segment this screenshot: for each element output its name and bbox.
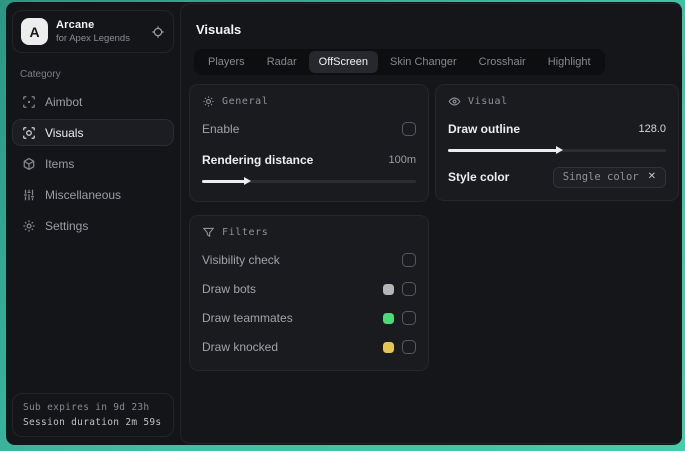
filters-panel: Filters Visibility check Draw bots Draw …	[189, 215, 429, 371]
draw-outline-row: Draw outline 128.0	[448, 118, 666, 140]
main-panel: Visuals Players Radar OffScreen Skin Cha…	[180, 3, 682, 444]
visual-panel-title: Visual	[468, 96, 508, 107]
draw-outline-value: 128.0	[638, 123, 666, 135]
filter-icon	[202, 226, 215, 239]
sidebar-item-label: Miscellaneous	[45, 187, 122, 202]
draw-bots-color-swatch[interactable]	[383, 283, 394, 295]
draw-knocked-color-swatch[interactable]	[383, 341, 394, 353]
subscription-card: Sub expires in 9d 23h Session duration 2…	[12, 393, 174, 437]
draw-bots-row: Draw bots	[202, 278, 416, 300]
app-logo: A	[21, 18, 48, 45]
draw-knocked-label: Draw knocked	[202, 340, 279, 354]
sub-expires-text: Sub expires in 9d 23h	[23, 402, 150, 413]
slider-fill	[202, 180, 245, 183]
draw-teammates-label: Draw teammates	[202, 311, 293, 325]
app-header-card: A Arcane for Apex Legends	[12, 10, 174, 53]
eye-icon	[448, 95, 461, 108]
gear-icon	[22, 219, 36, 233]
rendering-distance-slider[interactable]	[202, 175, 416, 187]
visibility-check-label: Visibility check	[202, 253, 280, 267]
draw-outline-slider[interactable]	[448, 144, 666, 156]
sidebar-item-miscellaneous[interactable]: Miscellaneous	[12, 181, 174, 208]
enable-row: Enable	[202, 118, 416, 140]
general-panel: General Enable Rendering distance 100m	[189, 84, 429, 202]
sidebar-item-label: Items	[45, 156, 75, 171]
sliders-icon	[22, 188, 36, 202]
scan-eye-icon	[22, 126, 36, 140]
filters-panel-title: Filters	[222, 227, 269, 238]
sidebar-item-label: Settings	[45, 218, 89, 233]
sidebar-item-label: Aimbot	[45, 94, 83, 109]
crosshair-icon	[22, 95, 36, 109]
page-title: Visuals	[196, 22, 242, 37]
tab-offscreen[interactable]: OffScreen	[308, 51, 378, 73]
draw-bots-label: Draw bots	[202, 282, 257, 296]
sidebar-item-aimbot[interactable]: Aimbot	[12, 88, 174, 115]
slider-fill	[448, 149, 557, 152]
draw-teammates-color-swatch[interactable]	[383, 312, 394, 324]
style-color-select[interactable]: Single color ✕	[552, 166, 666, 188]
draw-knocked-row: Draw knocked	[202, 336, 416, 358]
sun-gear-icon	[202, 95, 215, 108]
desktop-background: A Arcane for Apex Legends Category Aimbo…	[0, 0, 685, 451]
tab-crosshair[interactable]: Crosshair	[469, 51, 536, 73]
tab-radar[interactable]: Radar	[257, 51, 307, 73]
sidebar-item-items[interactable]: Items	[12, 150, 174, 177]
close-icon[interactable]: ✕	[648, 172, 656, 182]
general-panel-title: General	[222, 96, 269, 107]
draw-bots-checkbox[interactable]	[402, 282, 416, 296]
draw-teammates-checkbox[interactable]	[402, 311, 416, 325]
draw-teammates-row: Draw teammates	[202, 307, 416, 329]
enable-label: Enable	[202, 122, 240, 136]
session-duration-text: Session duration 2m 59s	[23, 417, 162, 428]
tab-players[interactable]: Players	[198, 51, 255, 73]
sidebar-item-label: Visuals	[45, 125, 84, 140]
visuals-tabstrip: Players Radar OffScreen Skin Changer Cro…	[194, 49, 605, 75]
visibility-check-row: Visibility check	[202, 249, 416, 271]
rendering-distance-label: Rendering distance	[202, 153, 314, 167]
tab-highlight[interactable]: Highlight	[538, 51, 601, 73]
sidebar: A Arcane for Apex Legends Category Aimbo…	[6, 2, 180, 445]
style-color-row: Style color Single color ✕	[448, 166, 666, 188]
app-name: Arcane	[56, 19, 95, 31]
rendering-distance-value: 100m	[388, 154, 416, 166]
category-label: Category	[20, 69, 61, 80]
app-window: A Arcane for Apex Legends Category Aimbo…	[6, 2, 682, 445]
target-icon[interactable]	[151, 25, 165, 39]
box-icon	[22, 157, 36, 171]
style-color-label: Style color	[448, 170, 510, 184]
sidebar-item-visuals[interactable]: Visuals	[12, 119, 174, 146]
visibility-check-checkbox[interactable]	[402, 253, 416, 267]
content-area: General Enable Rendering distance 100m F…	[189, 84, 679, 371]
app-subtitle: for Apex Legends	[56, 33, 130, 44]
draw-outline-label: Draw outline	[448, 122, 521, 136]
style-color-value: Single color	[562, 171, 639, 183]
visual-panel: Visual Draw outline 128.0 Style color Si…	[435, 84, 679, 201]
tab-skin-changer[interactable]: Skin Changer	[380, 51, 467, 73]
sidebar-nav: Aimbot Visuals Items Miscellaneous Setti…	[10, 88, 176, 239]
sidebar-item-settings[interactable]: Settings	[12, 212, 174, 239]
rendering-distance-row: Rendering distance 100m	[202, 149, 416, 171]
enable-checkbox[interactable]	[402, 122, 416, 136]
draw-knocked-checkbox[interactable]	[402, 340, 416, 354]
